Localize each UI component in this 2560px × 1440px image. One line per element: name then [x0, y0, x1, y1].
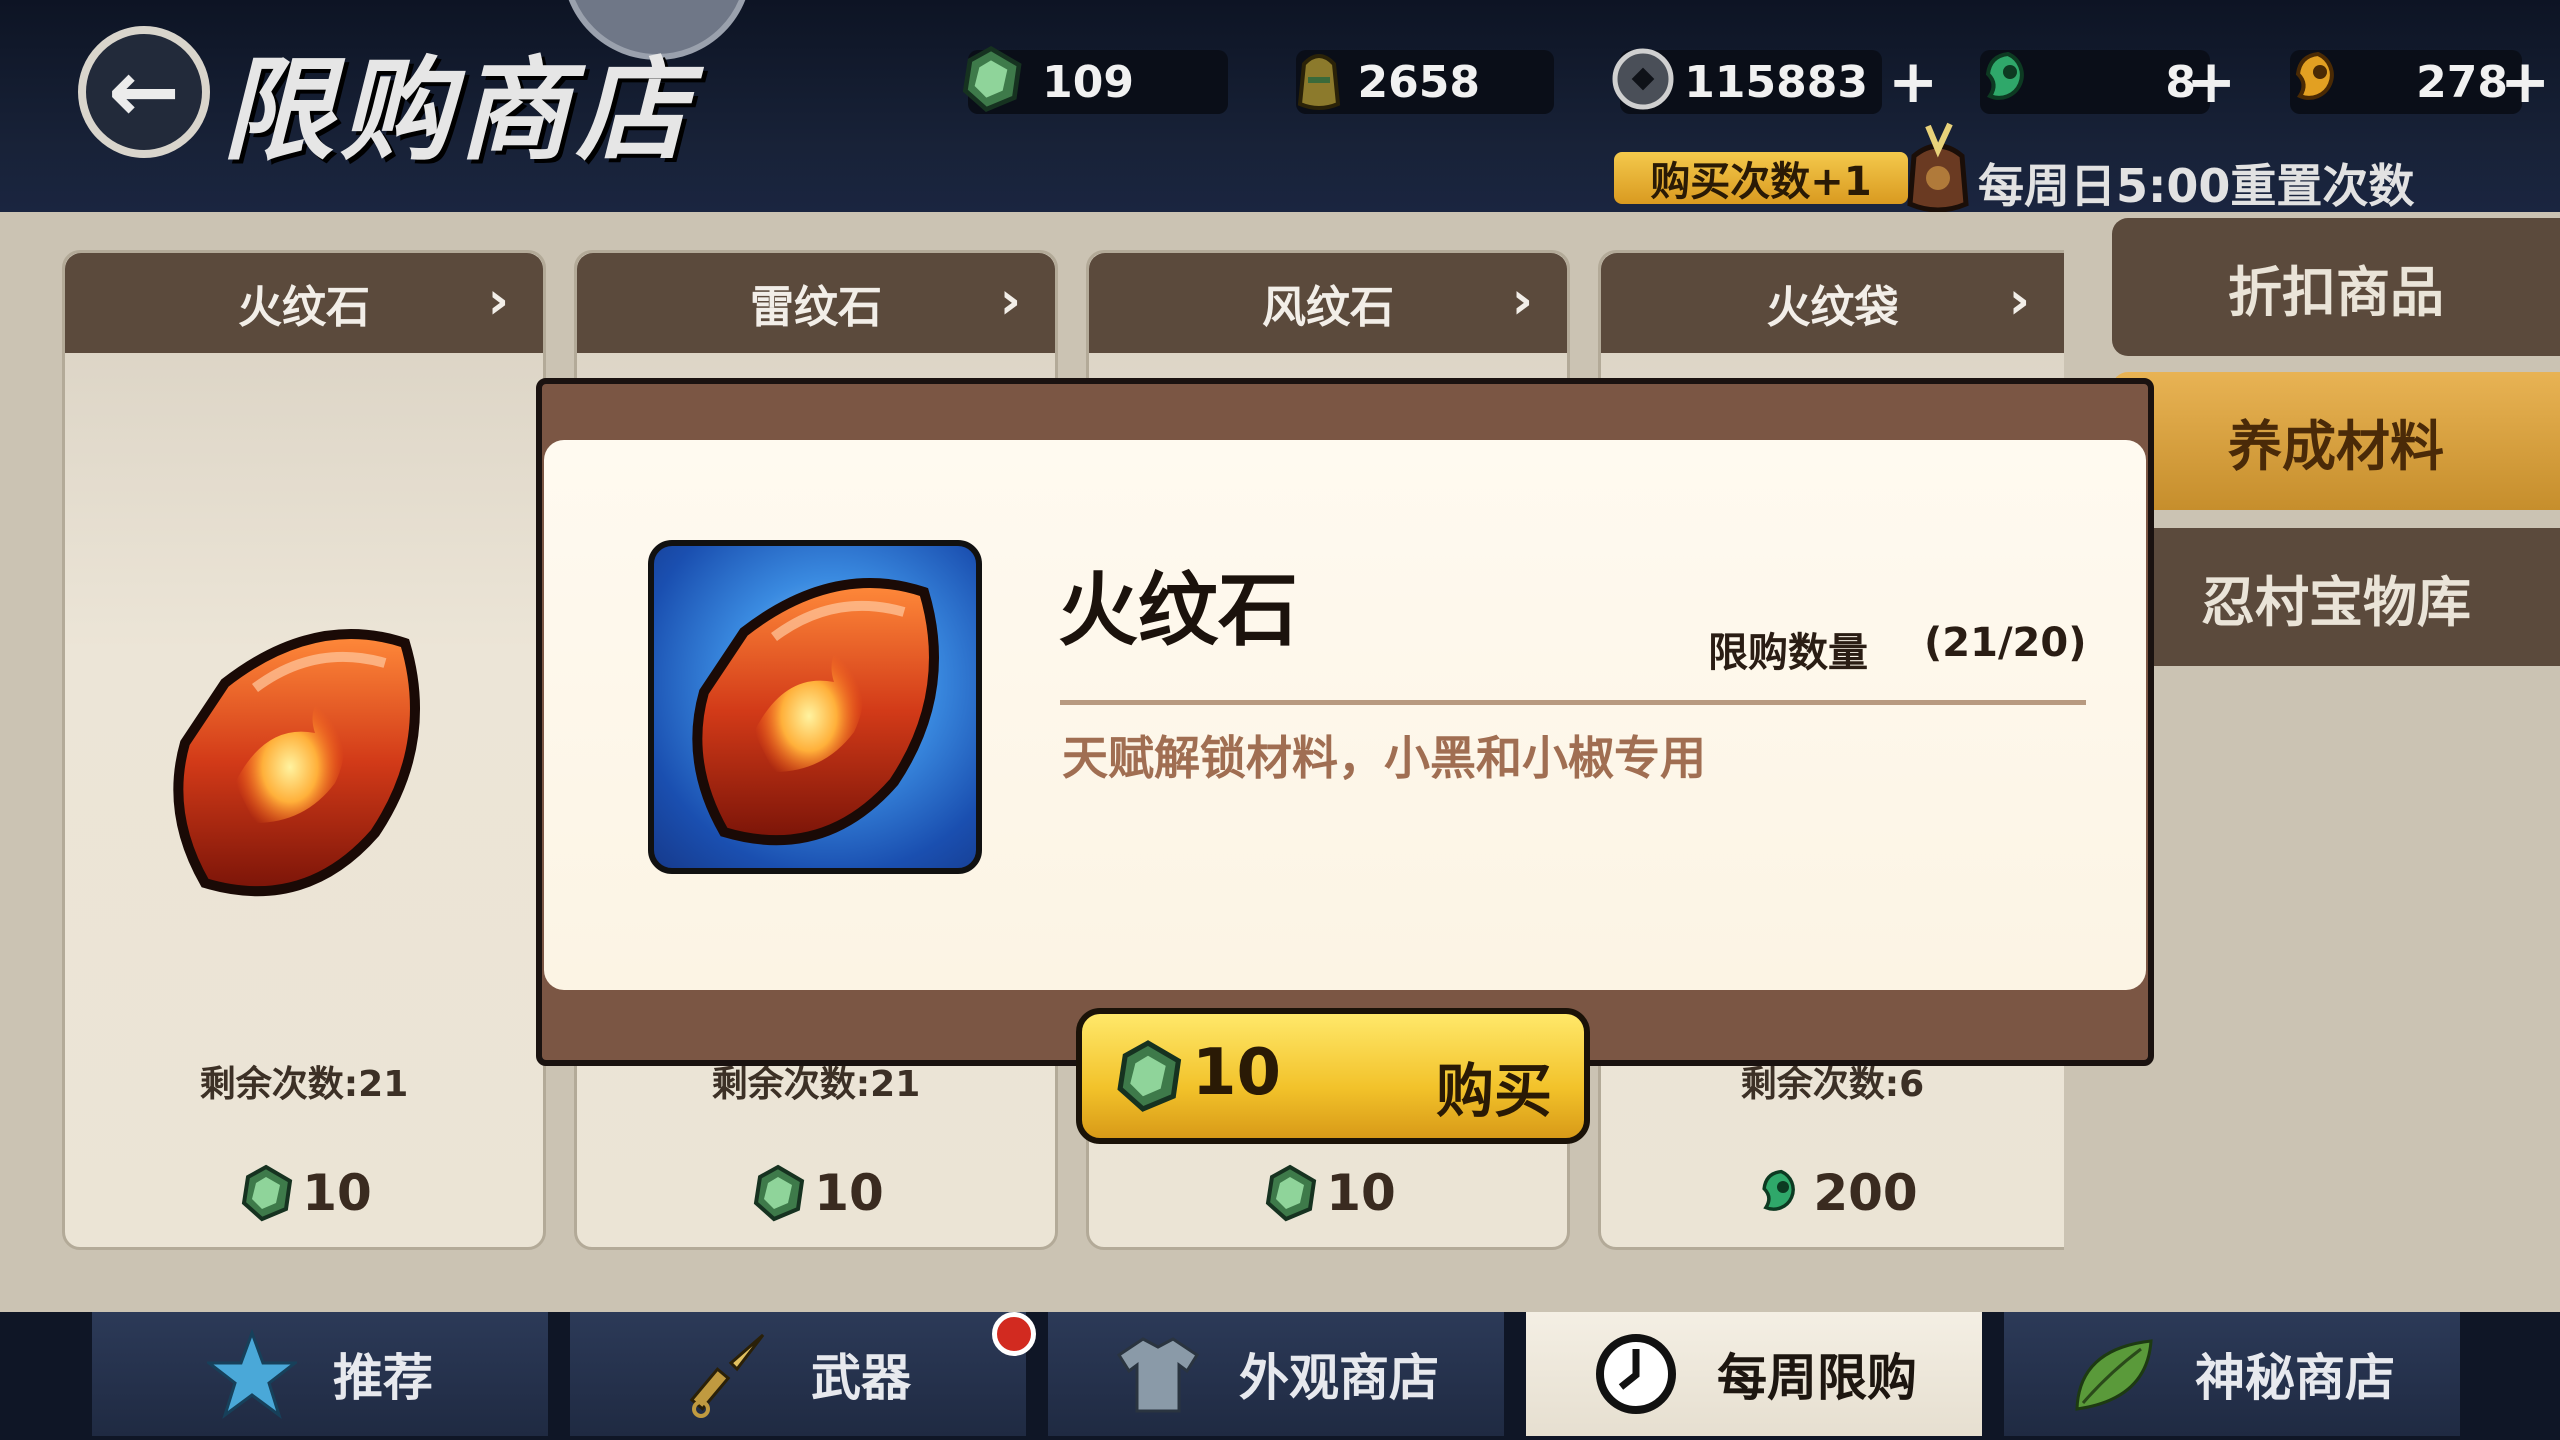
nav-label: 神秘商店	[2195, 1349, 2395, 1407]
nav-label: 外观商店	[1239, 1349, 1439, 1407]
page-title: 限购商店	[222, 45, 694, 176]
card-header[interactable]: 雷纹石 ›	[577, 253, 1055, 353]
nav-label: 武器	[811, 1349, 911, 1407]
jade-icon	[1260, 1163, 1320, 1223]
card-price: 200	[1601, 1163, 2064, 1223]
item-icon-frame	[648, 540, 982, 874]
card-header[interactable]: 风纹石 ›	[1089, 253, 1567, 353]
card-price: 10	[1089, 1163, 1567, 1223]
leaf-icon	[2075, 1339, 2153, 1411]
shop-card[interactable]: 火纹石 › 剩余次数:21 10	[62, 250, 546, 1250]
nav-label: 每周限购	[1717, 1349, 1917, 1407]
add-coin-button[interactable]: +	[1888, 50, 1938, 114]
card-title: 风纹石	[1262, 282, 1394, 333]
currency-green-magatama: 8	[1980, 50, 2210, 114]
item-description: 天赋解锁材料，小黑和小椒专用	[1062, 731, 1706, 785]
coin-icon	[1612, 48, 1674, 110]
chevron-right-icon: ›	[487, 271, 509, 331]
limit-value: (21/20)	[1924, 620, 2087, 666]
card-price-value: 10	[814, 1164, 884, 1222]
card-price: 10	[577, 1163, 1055, 1223]
currency-jade-value: 109	[1042, 56, 1134, 108]
nav-tab-recommended[interactable]: 推荐	[92, 1312, 548, 1436]
back-button[interactable]: ←	[78, 26, 210, 158]
buy-button[interactable]: 10 购买	[1076, 1008, 1590, 1144]
jade-icon	[956, 44, 1026, 114]
card-header[interactable]: 火纹石 ›	[65, 253, 543, 353]
nav-label: 推荐	[333, 1349, 433, 1407]
side-tab-materials[interactable]: 养成材料	[2112, 372, 2560, 510]
currency-gold-magatama-value: 278	[2416, 56, 2508, 108]
card-price-value: 10	[1326, 1164, 1396, 1222]
currency-scroll-value: 2658	[1357, 56, 1480, 108]
card-price-value: 200	[1813, 1164, 1918, 1222]
buy-bonus-badge[interactable]: 购买次数+1	[1614, 152, 1908, 205]
arrow-left-icon: ←	[107, 42, 181, 142]
chevron-right-icon: ›	[2008, 271, 2030, 331]
jade-icon	[1110, 1038, 1186, 1114]
green-magatama-icon	[1985, 51, 2024, 100]
currency-gold-magatama: 278	[2290, 50, 2522, 114]
add-gold-magatama-button[interactable]: +	[2500, 50, 2550, 114]
buy-price: 10	[1192, 1036, 1282, 1110]
chevron-right-icon: ›	[999, 271, 1021, 331]
jade-icon	[748, 1163, 808, 1223]
card-price-value: 10	[302, 1164, 372, 1222]
card-title: 火纹袋	[1766, 282, 1899, 333]
kunai-icon	[689, 1333, 765, 1418]
scroll-bag-icon	[1297, 54, 1341, 110]
gold-magatama-icon	[2295, 51, 2334, 100]
card-header[interactable]: 火纹袋 ›	[1601, 253, 2064, 353]
chevron-right-icon: ›	[1511, 271, 1533, 331]
item-name: 火纹石	[1058, 564, 1298, 657]
card-price: 10	[65, 1163, 543, 1223]
notification-badge	[992, 1312, 1036, 1356]
star-icon	[207, 1329, 297, 1419]
reset-notice: 每周日5:00重置次数	[1978, 159, 2415, 213]
card-remaining: 剩余次数:21	[199, 1064, 409, 1105]
limit-label: 限购数量	[1708, 630, 1868, 676]
shirt-icon	[1116, 1337, 1200, 1413]
add-green-magatama-button[interactable]: +	[2186, 50, 2236, 114]
currency-scroll: 2658	[1296, 50, 1554, 114]
fire-stone-icon	[165, 613, 435, 913]
nav-tab-mystery-shop[interactable]: 神秘商店	[2004, 1312, 2460, 1436]
nav-tab-appearance-shop[interactable]: 外观商店	[1048, 1312, 1504, 1436]
card-title: 雷纹石	[750, 282, 882, 333]
buy-label: 购买	[1436, 1057, 1553, 1125]
nav-tab-weekly-limited[interactable]: 每周限购	[1526, 1312, 1982, 1436]
clock-icon	[1596, 1334, 1676, 1414]
nav-tab-weapons[interactable]: 武器	[570, 1312, 1026, 1436]
currency-jade: 109	[968, 50, 1228, 114]
card-title: 火纹石	[238, 282, 370, 333]
currency-coin-value: 115883	[1684, 56, 1868, 108]
pouch-icon[interactable]	[1900, 116, 1976, 216]
divider	[1060, 700, 2086, 705]
green-magatama-icon	[1762, 1169, 1796, 1211]
jade-icon	[236, 1163, 296, 1223]
side-tab-discount[interactable]: 折扣商品	[2112, 218, 2560, 356]
fire-stone-icon	[684, 562, 954, 862]
currency-coin: 115883	[1612, 48, 1882, 114]
side-tab-village-treasury[interactable]: 忍村宝物库	[2112, 528, 2560, 666]
